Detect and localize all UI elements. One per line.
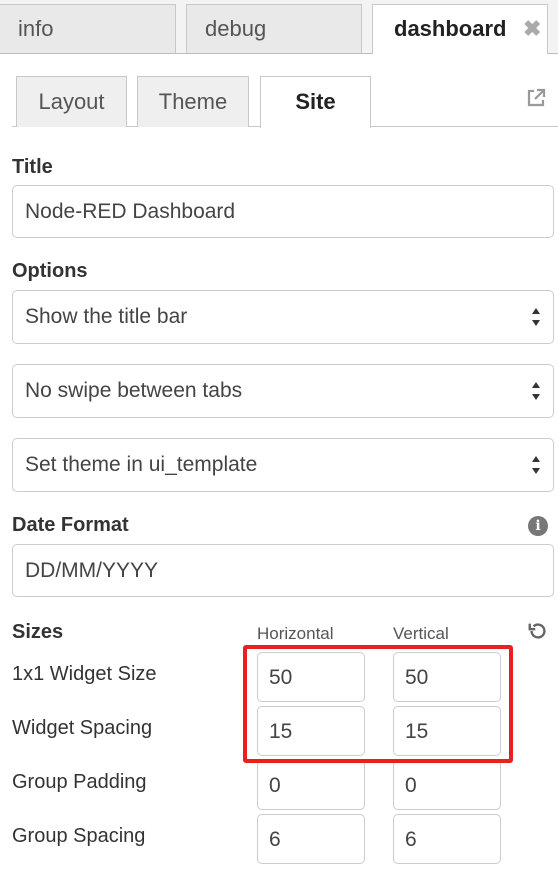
tab-theme[interactable]: Theme: [137, 76, 249, 127]
tab-theme-label: Theme: [158, 89, 228, 114]
group-padding-vertical-input[interactable]: 0: [393, 760, 501, 810]
tab-dashboard[interactable]: dashboard ✖: [372, 4, 548, 54]
tab-site[interactable]: Site: [260, 76, 371, 128]
group-padding-horizontal-input[interactable]: 0: [257, 760, 365, 810]
reset-icon[interactable]: [527, 620, 549, 642]
tab-info-label: info: [18, 16, 54, 41]
group-padding-label: Group Padding: [12, 771, 147, 793]
vertical-column-header: Vertical: [393, 624, 449, 643]
tab-site-label: Site: [295, 89, 336, 114]
highlight-box: [243, 645, 513, 763]
info-icon[interactable]: i: [528, 516, 548, 536]
title-input[interactable]: Node-RED Dashboard: [12, 185, 554, 238]
title-bar-select-value: Show the title bar: [25, 305, 188, 328]
widget-size-label: 1x1 Widget Size: [12, 663, 157, 685]
tab-debug-label: debug: [205, 16, 267, 41]
tab-dashboard-label: dashboard: [394, 16, 507, 41]
select-arrows-icon: [532, 308, 540, 326]
select-arrows-icon: [532, 456, 540, 474]
date-format-input[interactable]: DD/MM/YYYY: [12, 544, 554, 597]
theme-select-value: Set theme in ui_template: [25, 453, 258, 476]
sizes-label: Sizes: [12, 621, 64, 643]
close-icon[interactable]: ✖: [523, 5, 541, 53]
title-bar-select[interactable]: Show the title bar: [12, 290, 554, 344]
options-label: Options: [12, 260, 88, 282]
horizontal-column-header: Horizontal: [257, 624, 334, 643]
tab-layout-label: Layout: [38, 89, 105, 114]
swipe-select[interactable]: No swipe between tabs: [12, 364, 554, 418]
group-spacing-horizontal-input[interactable]: 6: [257, 814, 365, 864]
sidebar-tab-bar: info debug dashboard ✖: [0, 0, 558, 54]
date-format-label: Date Format: [12, 514, 129, 536]
tab-debug[interactable]: debug: [186, 4, 362, 53]
swipe-select-value: No swipe between tabs: [25, 379, 243, 402]
widget-spacing-label: Widget Spacing: [12, 717, 153, 739]
group-spacing-label: Group Spacing: [12, 825, 146, 847]
tab-layout[interactable]: Layout: [16, 76, 127, 127]
select-arrows-icon: [532, 382, 540, 400]
title-label: Title: [12, 156, 53, 178]
group-spacing-vertical-input[interactable]: 6: [393, 814, 501, 864]
theme-select[interactable]: Set theme in ui_template: [12, 438, 554, 492]
external-link-icon[interactable]: [524, 86, 548, 110]
tab-info[interactable]: info: [0, 4, 176, 53]
